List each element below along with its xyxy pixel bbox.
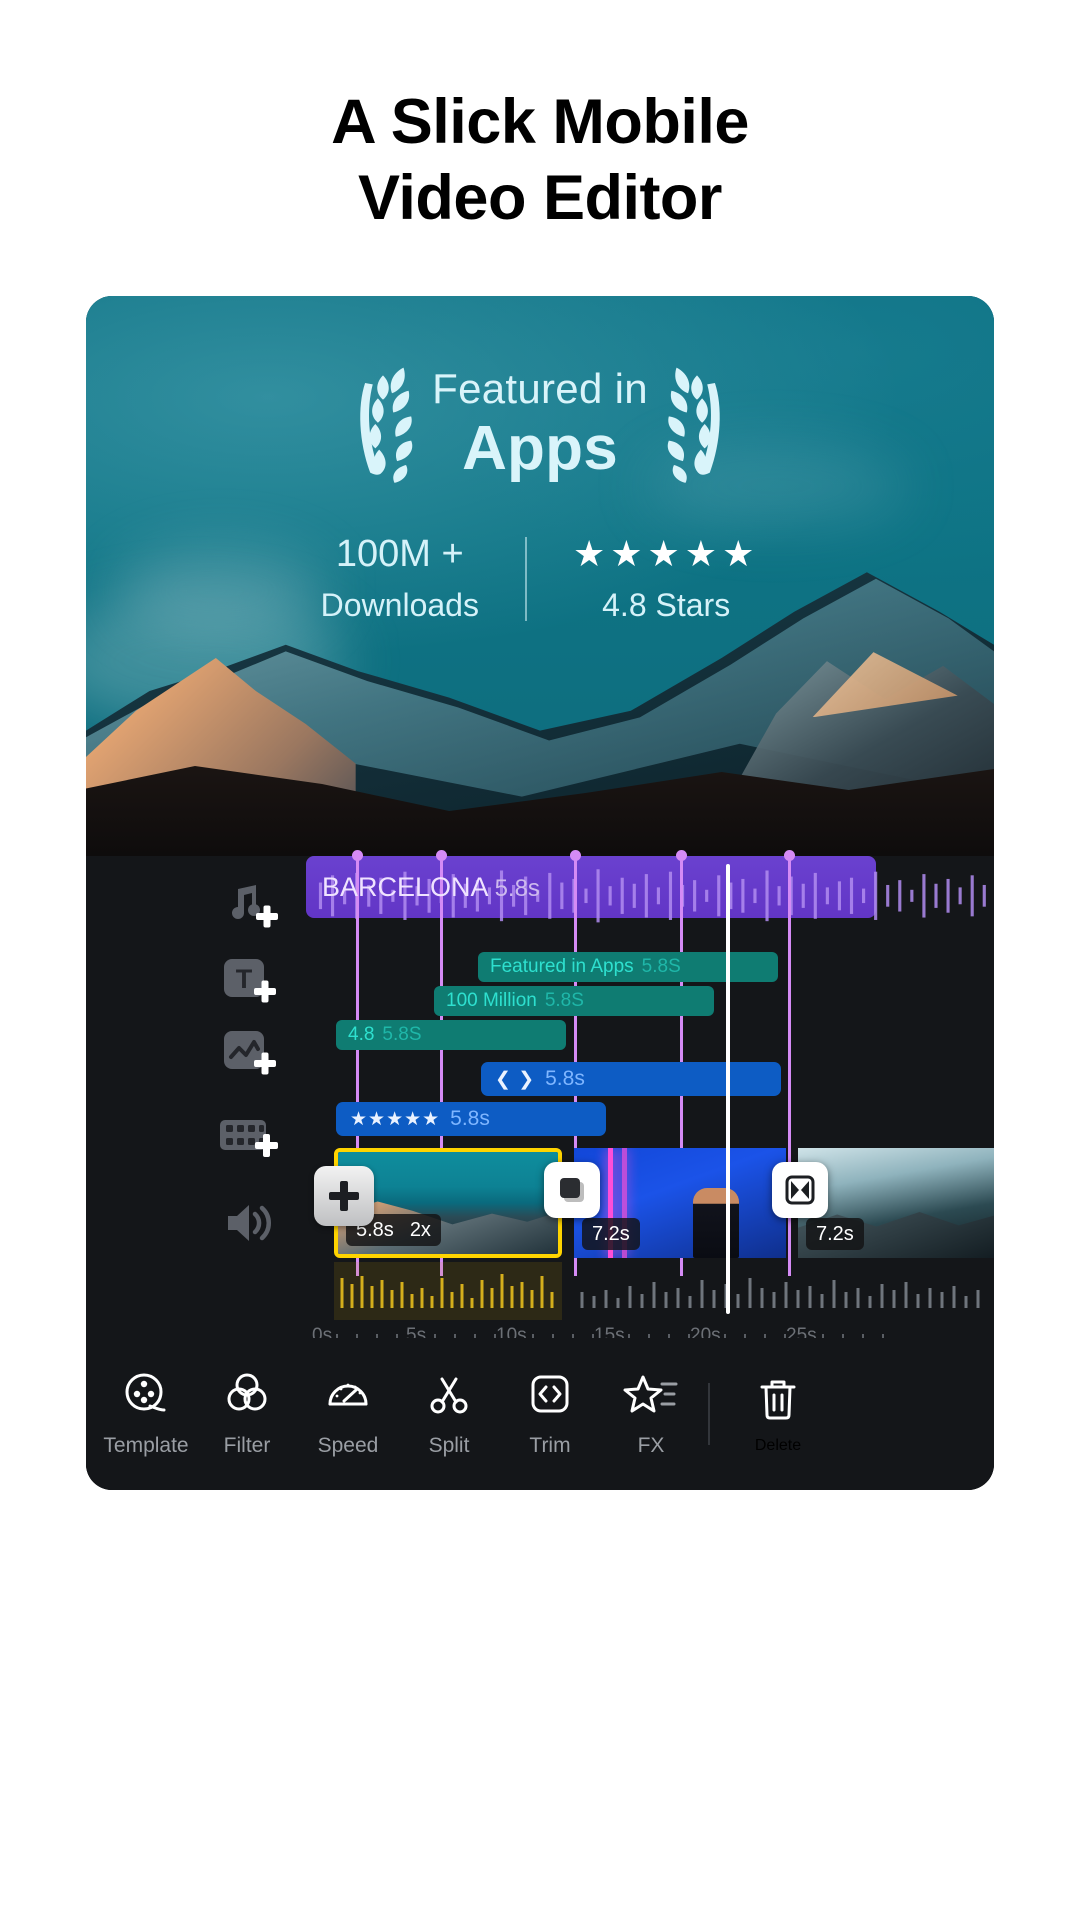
tool-filter[interactable]: Filter [197, 1370, 297, 1458]
film-strip-plus-icon [220, 1120, 278, 1157]
rating-label: 4.8 Stars [602, 587, 731, 623]
video-preview: Featured in Apps 100M + Downloads ★★★★★ … [86, 296, 994, 856]
stats-row: 100M + Downloads ★★★★★ 4.8 Stars [275, 530, 806, 628]
text-clip-duration: 5.8S [544, 990, 584, 1011]
video-clip[interactable]: 7.2s [574, 1148, 786, 1258]
star-rating-icon: ★★★★★ [572, 533, 760, 574]
music-note-plus-icon [232, 885, 278, 928]
tool-speed[interactable]: Speed [298, 1370, 398, 1458]
text-clip[interactable]: 100 Million 5.8S [434, 986, 714, 1016]
three-circles-icon [227, 1373, 267, 1411]
tool-label: Delete [754, 1437, 802, 1454]
add-clip-button[interactable] [314, 1166, 374, 1226]
overlay-clip-duration: 5.8s [545, 1067, 585, 1090]
timeline-tracks: T BARCELONA 5.8s Featured in Apps 5.8S 1… [86, 850, 994, 1320]
playhead[interactable] [726, 864, 730, 1314]
add-music-button[interactable] [216, 880, 282, 942]
text-clip[interactable]: Featured in Apps 5.8S [478, 952, 778, 982]
audio-clip-label: BARCELONA 5.8s [322, 872, 540, 902]
timeline-editor: T BARCELONA 5.8s Featured in Apps 5.8S 1… [86, 850, 994, 1490]
headline-line-2: Video Editor [358, 163, 722, 233]
track-rail: T [86, 856, 306, 1276]
text-clip-duration: 5.8S [382, 1024, 422, 1045]
transition-button[interactable] [544, 1162, 600, 1218]
plus-icon [329, 1181, 359, 1211]
toolbar-divider [708, 1383, 710, 1445]
tool-label: Split [428, 1434, 470, 1457]
star-motion-icon [623, 1375, 678, 1413]
clip-waveform-strip [306, 1262, 994, 1320]
featured-line-1: Featured in [432, 365, 648, 412]
laurel-wreath-left-icon [360, 367, 413, 483]
transition-icon [785, 1175, 815, 1205]
timeline-lanes: BARCELONA 5.8s Featured in Apps 5.8S 100 … [306, 850, 994, 1320]
tool-template[interactable]: Template [96, 1370, 196, 1458]
clip-info-chip: 7.2s [582, 1218, 640, 1250]
rating-stat: ★★★★★ 4.8 Stars [527, 530, 805, 628]
tool-split[interactable]: Split [399, 1370, 499, 1458]
scissors-icon [430, 1377, 468, 1414]
image-plus-icon [224, 1031, 276, 1075]
clip-info-chip: 7.2s [806, 1218, 864, 1250]
text-clip-label: 100 Million [446, 990, 537, 1011]
overlay-clip-duration: 5.8s [450, 1107, 490, 1130]
audio-duration: 5.8s [494, 875, 540, 902]
person-silhouette [692, 1188, 739, 1258]
film-reel-icon [125, 1373, 166, 1412]
add-media-button[interactable] [216, 1108, 282, 1170]
tool-trim[interactable]: Trim [500, 1370, 600, 1458]
overlay-clip-glyph: ★★★★★ [350, 1108, 441, 1130]
bottom-toolbar: Template Filter Speed Split Trim FX Dele… [86, 1338, 994, 1490]
audio-clip[interactable]: BARCELONA 5.8s [306, 850, 986, 1276]
gauge-icon [328, 1383, 368, 1406]
app-store-promo-screenshot: A Slick Mobile Video Editor Featured in … [0, 0, 1080, 1920]
tool-label: Speed [317, 1434, 379, 1457]
featured-badge: Featured in Apps 100M + Downloads ★★★★★ … [86, 360, 994, 628]
overlay-clip[interactable]: ★★★★★ 5.8s [336, 1102, 606, 1136]
transition-button[interactable] [772, 1162, 828, 1218]
text-clip[interactable]: 4.8 5.8S [336, 1020, 566, 1050]
page-title: A Slick Mobile Video Editor [0, 84, 1080, 236]
add-overlay-button[interactable] [216, 1024, 282, 1086]
phone-mockup-card: Featured in Apps 100M + Downloads ★★★★★ … [86, 296, 994, 1490]
downloads-stat: 100M + Downloads [275, 530, 525, 628]
tool-label: Template [103, 1434, 189, 1457]
svg-text:T: T [236, 964, 253, 994]
overlay-clip-glyph: ❮ ❯ [495, 1068, 536, 1090]
headline-line-1: A Slick Mobile [331, 87, 749, 157]
clip-duration: 7.2s [592, 1223, 630, 1245]
featured-line-2: Apps [462, 414, 618, 483]
trash-icon [760, 1380, 796, 1420]
trim-brackets-icon [531, 1375, 569, 1413]
transition-icon [560, 1178, 584, 1202]
tool-label: Filter [223, 1434, 271, 1457]
text-clip-duration: 5.8S [641, 956, 681, 977]
add-text-button[interactable]: T [216, 952, 282, 1014]
overlay-clip[interactable]: ❮ ❯ 5.8s [481, 1062, 781, 1096]
selected-waveform-bg [334, 1262, 562, 1320]
text-clip-label: Featured in Apps [490, 956, 634, 977]
speaker-icon [228, 1205, 272, 1241]
clip-speed: 2x [409, 1219, 431, 1241]
video-track: 5.8s 2x 7.2s 7.2s [306, 1148, 994, 1258]
tool-fx[interactable]: FX [601, 1370, 701, 1458]
clip-duration: 7.2s [816, 1223, 854, 1245]
text-clip-label: 4.8 [348, 1024, 375, 1045]
downloads-count: 100M + [335, 533, 464, 575]
laurel-wreath-right-icon [667, 367, 720, 483]
tool-label: Trim [529, 1434, 571, 1457]
tool-delete[interactable]: Delete [724, 1373, 832, 1455]
text-plus-icon: T [224, 959, 276, 1003]
tool-label: FX [637, 1434, 665, 1457]
volume-button[interactable] [216, 1192, 282, 1254]
downloads-label: Downloads [320, 587, 479, 623]
